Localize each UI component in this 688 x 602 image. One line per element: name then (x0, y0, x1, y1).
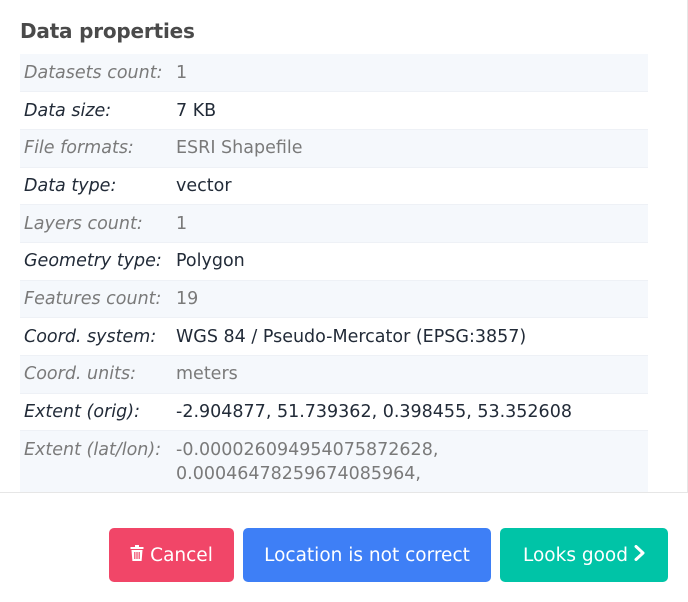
table-row: Geometry type: Polygon (20, 242, 648, 281)
table-row: Data type: vector (20, 167, 648, 206)
property-key: Data size: (20, 91, 172, 130)
property-value: 1 (172, 54, 648, 93)
property-value: WGS 84 / Pseudo-Mercator (EPSG:3857) (172, 317, 648, 356)
property-value: 1 (172, 204, 648, 243)
table-row: Coord. units: meters (20, 355, 648, 394)
table-row: Extent (orig): -2.904877, 51.739362, 0.3… (20, 393, 648, 432)
looks-good-label: Looks good (523, 544, 628, 566)
property-key: Extent (orig): (20, 393, 172, 432)
section-title: Data properties (20, 19, 195, 43)
extent-latlon-line: -0.000026094954075872628, (176, 440, 439, 461)
property-value: -2.904877, 51.739362, 0.398455, 53.35260… (172, 393, 648, 432)
table-row: Features count: 19 (20, 280, 648, 319)
property-key: Layers count: (20, 204, 172, 243)
chevron-right-icon (634, 544, 645, 566)
table-row: File formats: ESRI Shapefile (20, 129, 648, 168)
property-value: Polygon (172, 242, 648, 281)
property-value: meters (172, 355, 648, 394)
property-key: Coord. system: (20, 317, 172, 356)
property-value: vector (172, 167, 648, 206)
property-key: Data type: (20, 167, 172, 206)
table-row: Data size: 7 KB (20, 91, 648, 130)
property-key: Extent (lat/lon): (20, 430, 172, 492)
property-key: Datasets count: (20, 54, 172, 93)
looks-good-button[interactable]: Looks good (500, 528, 668, 582)
properties-table: Datasets count: 1 Data size: 7 KB File f… (20, 54, 648, 492)
location-not-correct-label: Location is not correct (264, 544, 470, 566)
property-value: 19 (172, 280, 648, 319)
table-row: Coord. system: WGS 84 / Pseudo-Mercator … (20, 317, 648, 356)
property-value: ESRI Shapefile (172, 129, 648, 168)
location-not-correct-button[interactable]: Location is not correct (243, 528, 491, 582)
property-key: Features count: (20, 280, 172, 319)
table-row: Datasets count: 1 (20, 54, 648, 93)
table-row: Layers count: 1 (20, 204, 648, 243)
data-properties-panel[interactable]: Data properties Datasets count: 1 Data s… (0, 0, 688, 493)
property-value: -0.000026094954075872628, 0.000464782596… (172, 430, 648, 492)
property-value: 7 KB (172, 91, 648, 130)
property-key: File formats: (20, 129, 172, 168)
trash-icon (130, 544, 144, 566)
cancel-label: Cancel (150, 544, 213, 566)
property-key: Geometry type: (20, 242, 172, 281)
extent-latlon-line: 0.00046478259674085964, (176, 464, 421, 485)
cancel-button[interactable]: Cancel (109, 528, 234, 582)
property-key: Coord. units: (20, 355, 172, 394)
table-row: Extent (lat/lon): -0.0000260949540758726… (20, 430, 648, 492)
